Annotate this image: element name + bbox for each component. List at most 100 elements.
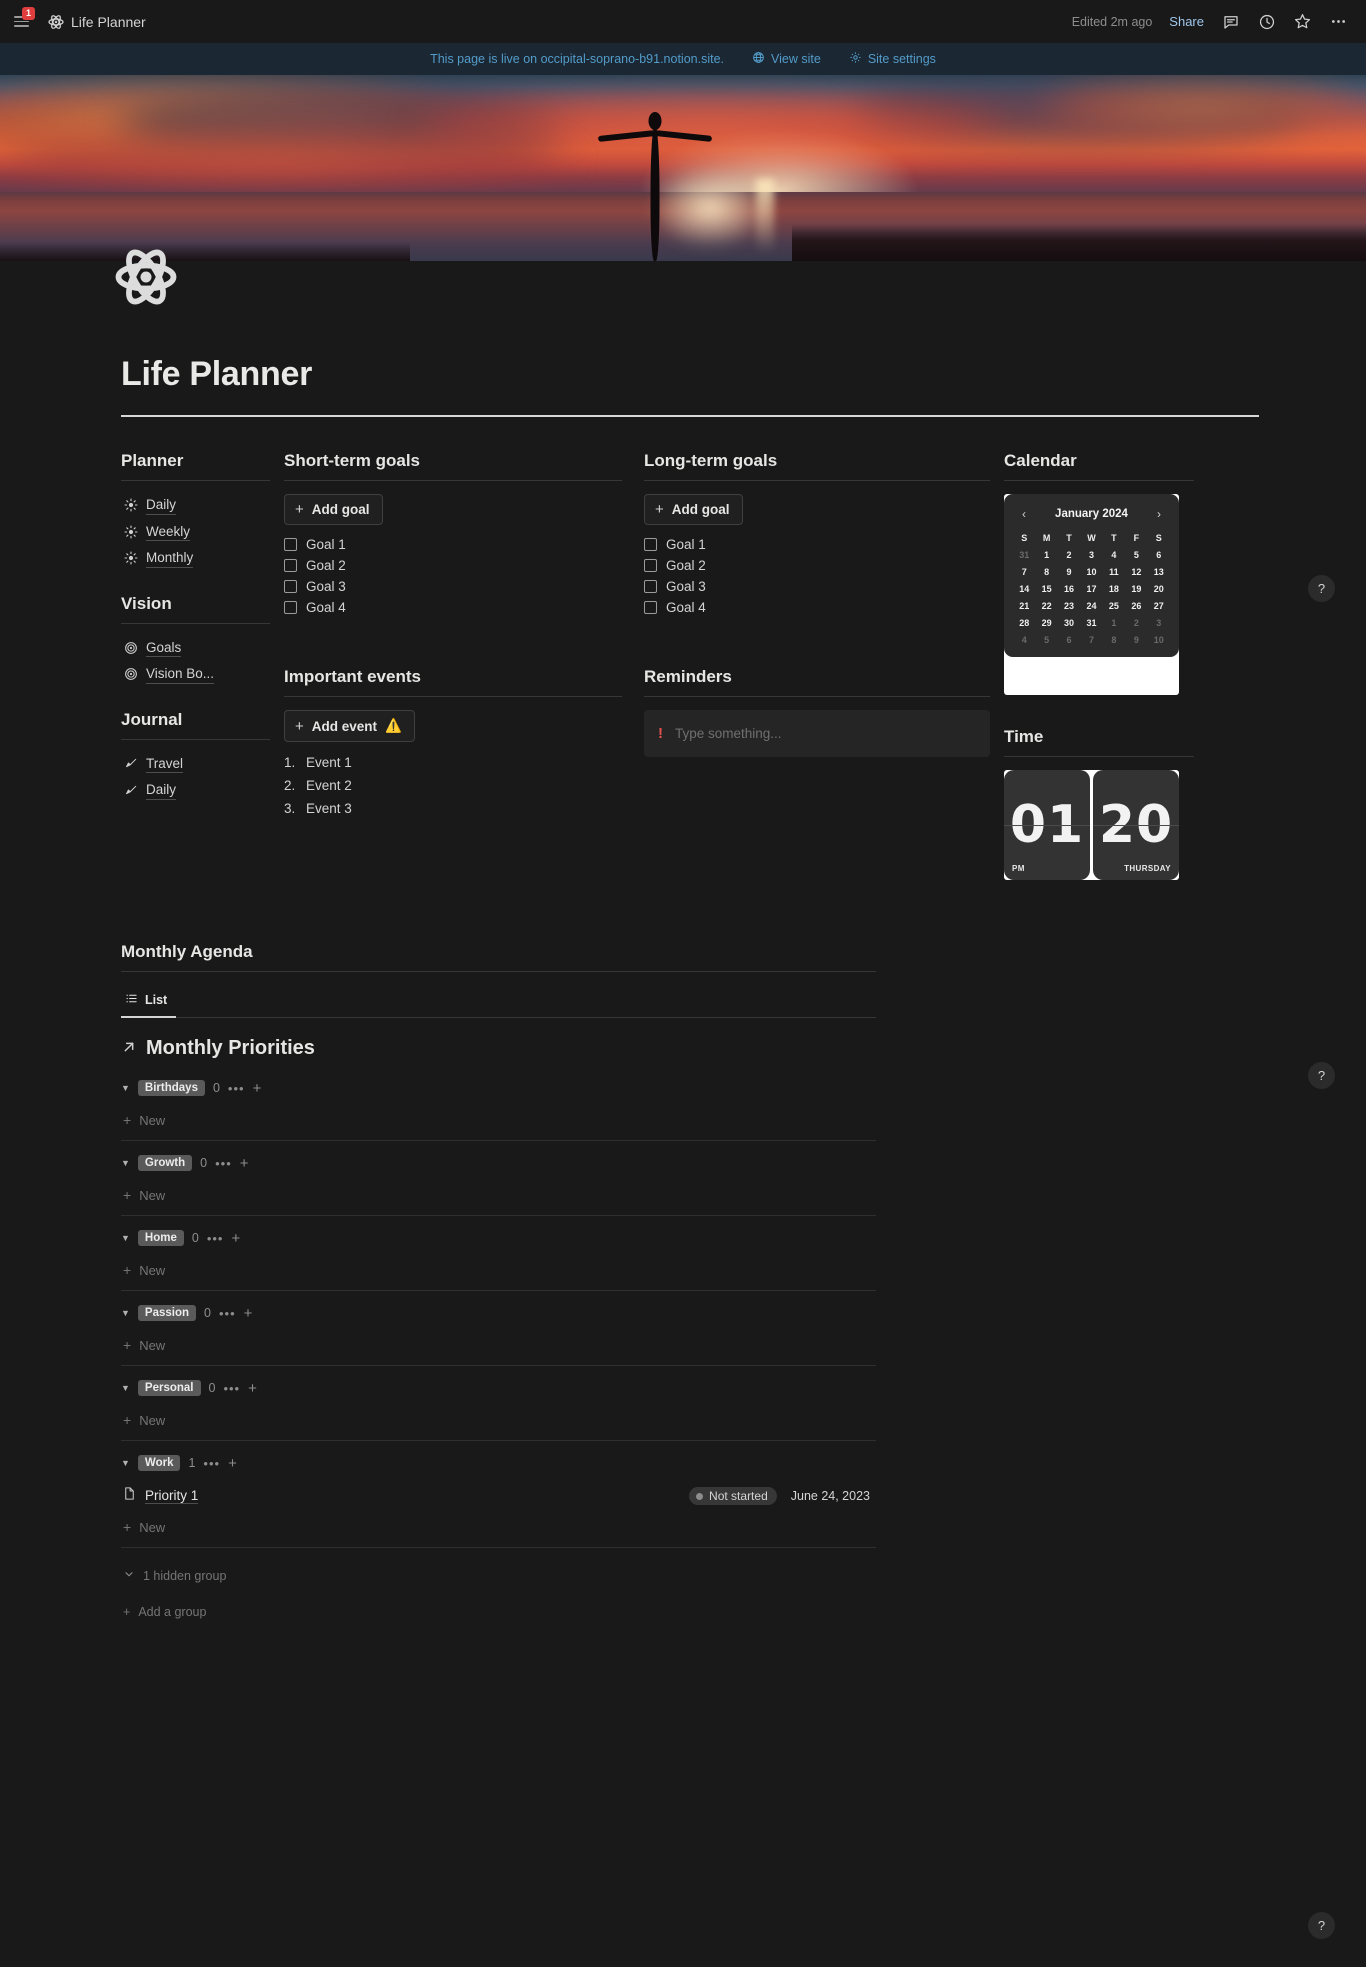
- group-more-icon[interactable]: •••: [223, 1381, 240, 1396]
- calendar-day[interactable]: 10: [1148, 631, 1170, 648]
- collapse-toggle-icon[interactable]: ▼: [121, 1158, 130, 1168]
- clock-icon[interactable]: [1257, 12, 1276, 31]
- calendar-day[interactable]: 8: [1035, 563, 1057, 580]
- group-add-icon[interactable]: +: [231, 1231, 240, 1246]
- group-more-icon[interactable]: •••: [219, 1306, 236, 1321]
- group-chip[interactable]: Passion: [137, 1305, 197, 1321]
- list-item[interactable]: 1. Event 1: [284, 751, 622, 774]
- calendar-next-button[interactable]: ›: [1154, 507, 1164, 521]
- calendar-day[interactable]: 6: [1058, 631, 1080, 648]
- calendar-day[interactable]: 10: [1080, 563, 1102, 580]
- checkbox[interactable]: [644, 580, 657, 593]
- calendar-day[interactable]: 30: [1058, 614, 1080, 631]
- list-item[interactable]: 3. Event 3: [284, 797, 622, 820]
- view-site-button[interactable]: View site: [752, 51, 821, 67]
- add-group-button[interactable]: + Add a group: [121, 1583, 876, 1619]
- collapse-toggle-icon[interactable]: ▼: [121, 1458, 130, 1468]
- todo-item[interactable]: Goal 3: [644, 576, 990, 597]
- help-button[interactable]: ?: [1308, 1912, 1335, 1939]
- calendar-day[interactable]: 21: [1013, 597, 1035, 614]
- nav-item-goals[interactable]: Goals: [121, 637, 270, 660]
- calendar-day[interactable]: 28: [1013, 614, 1035, 631]
- todo-item[interactable]: Goal 1: [644, 534, 990, 555]
- new-row-button[interactable]: + New: [121, 1180, 876, 1207]
- calendar-day[interactable]: 3: [1080, 546, 1102, 563]
- calendar-day[interactable]: 7: [1013, 563, 1035, 580]
- nav-item-weekly[interactable]: Weekly: [121, 521, 270, 544]
- group-add-icon[interactable]: +: [240, 1156, 249, 1171]
- nav-item-daily-journal[interactable]: Daily: [121, 779, 270, 802]
- calendar-day[interactable]: 9: [1058, 563, 1080, 580]
- help-button[interactable]: ?: [1308, 575, 1335, 602]
- new-row-button[interactable]: + New: [121, 1512, 876, 1539]
- calendar-day[interactable]: 29: [1035, 614, 1057, 631]
- share-button[interactable]: Share: [1169, 14, 1204, 29]
- calendar-day[interactable]: 5: [1035, 631, 1057, 648]
- calendar-day[interactable]: 2: [1058, 546, 1080, 563]
- checkbox[interactable]: [284, 580, 297, 593]
- reminders-callout[interactable]: ! Type something...: [644, 710, 990, 757]
- checkbox[interactable]: [284, 559, 297, 572]
- calendar-day[interactable]: 17: [1080, 580, 1102, 597]
- group-chip[interactable]: Personal: [137, 1380, 201, 1396]
- new-row-button[interactable]: + New: [121, 1105, 876, 1132]
- database-title[interactable]: Monthly Priorities: [121, 1037, 876, 1060]
- nav-item-daily[interactable]: Daily: [121, 494, 270, 517]
- checkbox[interactable]: [284, 538, 297, 551]
- calendar-day[interactable]: 5: [1125, 546, 1147, 563]
- calendar-day[interactable]: 14: [1013, 580, 1035, 597]
- calendar-day[interactable]: 3: [1148, 614, 1170, 631]
- checkbox[interactable]: [644, 601, 657, 614]
- group-chip[interactable]: Birthdays: [137, 1080, 205, 1096]
- calendar-day[interactable]: 1: [1035, 546, 1057, 563]
- live-url-message[interactable]: This page is live on occipital-soprano-b…: [430, 52, 724, 66]
- checkbox[interactable]: [644, 559, 657, 572]
- new-row-button[interactable]: + New: [121, 1330, 876, 1357]
- calendar-day[interactable]: 11: [1103, 563, 1125, 580]
- calendar-day[interactable]: 2: [1125, 614, 1147, 631]
- cover-image[interactable]: [0, 75, 1366, 261]
- new-row-button[interactable]: + New: [121, 1255, 876, 1282]
- calendar-day[interactable]: 19: [1125, 580, 1147, 597]
- todo-item[interactable]: Goal 2: [644, 555, 990, 576]
- list-item[interactable]: 2. Event 2: [284, 774, 622, 797]
- calendar-day[interactable]: 4: [1103, 546, 1125, 563]
- group-more-icon[interactable]: •••: [215, 1156, 232, 1171]
- add-goal-button-short[interactable]: + Add goal: [284, 494, 383, 525]
- calendar-day[interactable]: 4: [1013, 631, 1035, 648]
- calendar-day[interactable]: 16: [1058, 580, 1080, 597]
- help-button[interactable]: ?: [1308, 1062, 1335, 1089]
- calendar-day[interactable]: 31: [1013, 546, 1035, 563]
- group-chip[interactable]: Growth: [137, 1155, 193, 1171]
- calendar-day[interactable]: 22: [1035, 597, 1057, 614]
- group-more-icon[interactable]: •••: [207, 1231, 224, 1246]
- group-more-icon[interactable]: •••: [228, 1081, 245, 1096]
- calendar-day[interactable]: 31: [1080, 614, 1102, 631]
- nav-item-travel[interactable]: Travel: [121, 753, 270, 776]
- calendar-day[interactable]: 8: [1103, 631, 1125, 648]
- tab-list[interactable]: List: [121, 985, 177, 1018]
- group-more-icon[interactable]: •••: [203, 1456, 220, 1471]
- group-add-icon[interactable]: +: [228, 1456, 237, 1471]
- calendar-day[interactable]: 25: [1103, 597, 1125, 614]
- calendar-day[interactable]: 20: [1148, 580, 1170, 597]
- add-event-button[interactable]: + Add event ⚠️: [284, 710, 415, 742]
- group-chip[interactable]: Home: [137, 1230, 184, 1246]
- page-title[interactable]: Life Planner: [100, 355, 1266, 394]
- star-icon[interactable]: [1293, 12, 1312, 31]
- collapse-toggle-icon[interactable]: ▼: [121, 1308, 130, 1318]
- menu-icon[interactable]: 1: [14, 6, 35, 30]
- comment-icon[interactable]: [1221, 12, 1240, 31]
- calendar-prev-button[interactable]: ‹: [1019, 507, 1029, 521]
- calendar-day[interactable]: 6: [1148, 546, 1170, 563]
- calendar-day[interactable]: 23: [1058, 597, 1080, 614]
- calendar-day[interactable]: 27: [1148, 597, 1170, 614]
- collapse-toggle-icon[interactable]: ▼: [121, 1383, 130, 1393]
- nav-item-monthly[interactable]: Monthly: [121, 547, 270, 570]
- new-row-button[interactable]: + New: [121, 1405, 876, 1432]
- checkbox[interactable]: [284, 601, 297, 614]
- calendar-day[interactable]: 13: [1148, 563, 1170, 580]
- todo-item[interactable]: Goal 1: [284, 534, 622, 555]
- more-icon[interactable]: [1329, 12, 1348, 31]
- todo-item[interactable]: Goal 2: [284, 555, 622, 576]
